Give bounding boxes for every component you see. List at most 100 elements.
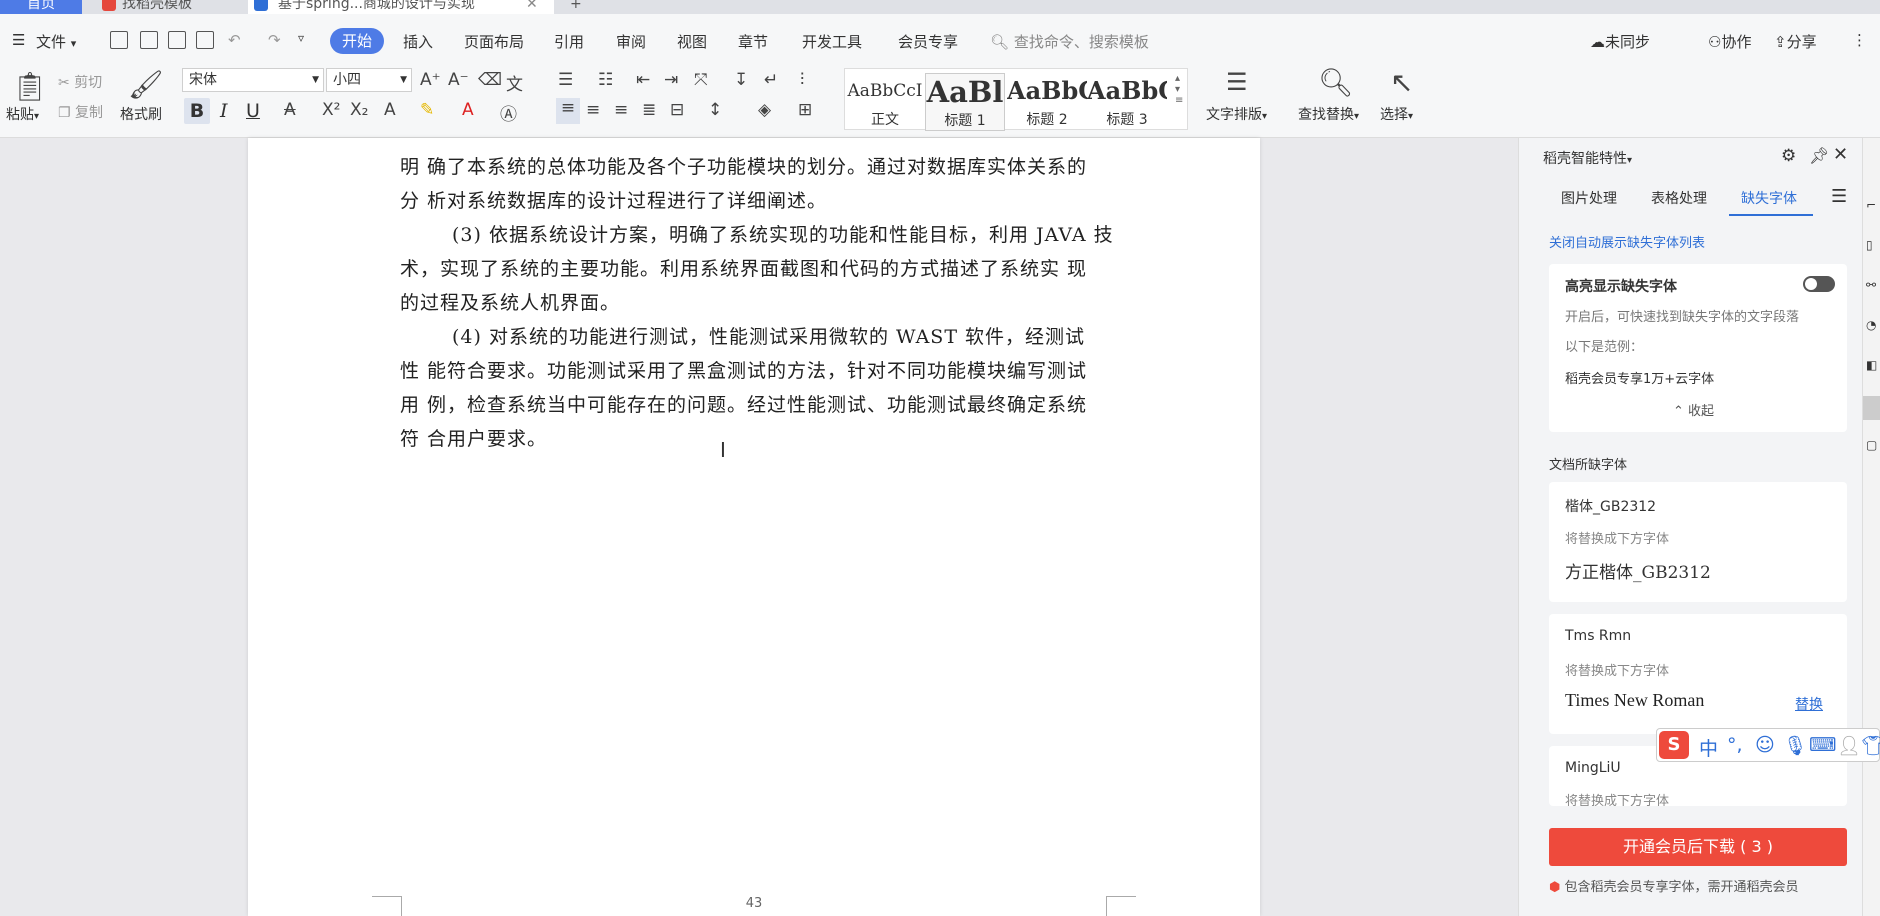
clear-format-icon[interactable]: ⌫ <box>478 70 502 90</box>
align-left-icon[interactable]: ≡ <box>556 98 580 124</box>
sogou-logo-icon[interactable]: S <box>1659 731 1689 759</box>
style-heading-2[interactable]: AaBbC 标题 2 <box>1007 73 1087 131</box>
panel-title[interactable]: 稻壳智能特性▾ <box>1543 148 1632 168</box>
char-border-icon[interactable]: Ⓐ <box>500 100 517 125</box>
collapse-button[interactable]: ⌃ 收起 <box>1673 400 1714 419</box>
underline-button[interactable]: U <box>246 100 260 122</box>
menu-references[interactable]: 引用 <box>554 31 584 52</box>
panel-tab-table[interactable]: 表格处理 <box>1651 188 1707 208</box>
sidebar-tool-icon[interactable]: ▯ <box>1866 238 1873 252</box>
sidebar-tool-icon[interactable]: ◔ <box>1866 318 1876 332</box>
tab-stops-icon[interactable]: ⫶ <box>800 70 804 90</box>
sidebar-tool-icon[interactable]: ▢ <box>1866 438 1877 452</box>
tab-home[interactable]: 首页 <box>0 0 82 14</box>
shading-icon[interactable]: ◈ <box>758 100 771 120</box>
align-center-icon[interactable]: ≡ <box>586 100 600 120</box>
increase-indent-icon[interactable]: ⇥ <box>664 70 678 90</box>
download-fonts-button[interactable]: 开通会员后下载 ( 3 ) <box>1549 828 1847 866</box>
font-size-select[interactable]: 小四 ▼ <box>326 68 412 92</box>
document-page[interactable]: 明 确了本系统的总体功能及各个子功能模块的划分。通过对数据库实体关系的 分 析对… <box>248 138 1260 916</box>
phonetic-icon[interactable]: 文 <box>506 70 523 95</box>
sidebar-tool-icon[interactable]: ⚯ <box>1866 278 1876 292</box>
select-button[interactable]: 选择▾ <box>1380 104 1413 124</box>
menu-page-layout[interactable]: 页面布局 <box>464 31 524 52</box>
close-tab-icon[interactable]: ✕ <box>526 0 538 14</box>
menu-icon[interactable]: ☰ <box>1831 186 1847 207</box>
italic-button[interactable]: I <box>220 100 228 122</box>
paste-button[interactable]: 粘贴▾ <box>6 104 39 124</box>
grow-font-icon[interactable]: A⁺ <box>420 70 441 90</box>
menu-developer[interactable]: 开发工具 <box>802 31 862 52</box>
text-layout-icon[interactable]: ☰ <box>1226 68 1248 96</box>
style-heading-3[interactable]: AaBbC 标题 3 <box>1087 73 1167 131</box>
sidebar-tool-active[interactable] <box>1863 396 1880 420</box>
panel-tab-image[interactable]: 图片处理 <box>1561 188 1617 208</box>
tab-document[interactable]: 基于spring...商城的设计与实现 ✕ <box>248 0 554 14</box>
sync-status[interactable]: ☁未同步 <box>1590 31 1650 52</box>
shrink-font-icon[interactable]: A⁻ <box>448 70 469 90</box>
menu-chapter[interactable]: 章节 <box>738 31 768 52</box>
decrease-indent-icon[interactable]: ⇤ <box>636 70 650 90</box>
paste-icon[interactable]: 📋︎ <box>12 70 48 103</box>
share-button[interactable]: ⇪分享 <box>1774 31 1817 52</box>
cursor-select-icon[interactable]: ↖ <box>1390 66 1413 99</box>
hamburger-icon[interactable]: ☰ <box>12 31 25 49</box>
microphone-icon[interactable]: 🎙︎ <box>1783 734 1807 757</box>
menu-view[interactable]: 视图 <box>677 31 707 52</box>
close-icon[interactable]: ✕ <box>1833 144 1848 165</box>
copy-button[interactable]: ❐ 复制 <box>58 102 103 122</box>
pin-icon[interactable]: 📌︎ <box>1809 146 1829 165</box>
collab-button[interactable]: ⚇协作 <box>1708 31 1751 52</box>
format-painter-icon[interactable]: 🖌︎ <box>128 68 164 101</box>
sidebar-tool-icon[interactable]: ⌐ <box>1866 198 1876 212</box>
align-right-icon[interactable]: ≡ <box>614 100 628 120</box>
subscript-icon[interactable]: X₂ <box>350 100 368 120</box>
emoji-icon[interactable]: ☺ <box>1755 734 1775 756</box>
superscript-icon[interactable]: X² <box>322 100 340 120</box>
panel-tab-missing-font[interactable]: 缺失字体 <box>1741 188 1797 208</box>
show-marks-icon[interactable]: ↵ <box>764 70 778 90</box>
font-color-icon[interactable]: A <box>462 100 474 120</box>
menu-review[interactable]: 审阅 <box>616 31 646 52</box>
menu-file[interactable]: 文件 ▾ <box>36 31 76 52</box>
print-preview-icon[interactable] <box>196 31 214 49</box>
command-search[interactable]: 🔍︎ 查找命令、搜索模板 <box>990 31 1149 52</box>
export-pdf-icon[interactable] <box>140 31 158 49</box>
justify-icon[interactable]: ≣ <box>642 100 656 120</box>
cut-button[interactable]: ✂ 剪切 <box>58 72 102 92</box>
gear-icon[interactable]: ⚙ <box>1781 146 1796 166</box>
format-painter-button[interactable]: 格式刷 <box>120 104 162 124</box>
borders-icon[interactable]: ⊞ <box>798 100 812 120</box>
redo-icon[interactable]: ↷ <box>268 31 281 49</box>
more-icon[interactable]: ⋮ <box>1852 31 1867 49</box>
menu-member[interactable]: 会员专享 <box>898 31 958 52</box>
line-spacing-icon[interactable]: ↕ <box>708 100 722 120</box>
style-gallery-expand-icon[interactable]: ▴ ▾ ≡ <box>1175 73 1183 106</box>
sort-icon[interactable]: ↧ <box>734 70 748 90</box>
menu-insert[interactable]: 插入 <box>403 31 433 52</box>
bullets-icon[interactable]: ☰ <box>558 70 573 90</box>
strikethrough-icon[interactable]: A <box>284 100 296 120</box>
style-heading-1[interactable]: AaBl 标题 1 <box>925 73 1005 131</box>
replace-link[interactable]: 替换 <box>1795 694 1823 714</box>
highlight-icon[interactable]: ✎ <box>420 100 434 120</box>
user-icon[interactable]: 👤︎ <box>1837 734 1861 757</box>
undo-icon[interactable]: ↶ <box>228 31 241 49</box>
more-quick-icon[interactable]: ▿ <box>298 31 304 45</box>
numbering-icon[interactable]: ☷ <box>598 70 613 90</box>
text-effect-icon[interactable]: A <box>384 100 396 120</box>
close-auto-display-link[interactable]: 关闭自动展示缺失字体列表 <box>1549 232 1705 251</box>
keyboard-icon[interactable]: ⌨ <box>1809 734 1836 756</box>
font-family-select[interactable]: 宋体 ▼ <box>182 68 324 92</box>
style-normal[interactable]: AaBbCcI 正文 <box>845 73 925 131</box>
save-icon[interactable] <box>110 31 128 49</box>
tab-template[interactable]: 找稻壳模板 <box>96 0 244 14</box>
chinese-layout-icon[interactable]: ⤧ <box>694 70 708 90</box>
find-replace-button[interactable]: 查找替换▾ <box>1298 104 1359 124</box>
sidebar-tool-icon[interactable]: ◧ <box>1866 358 1877 372</box>
skin-icon[interactable]: 👕︎ <box>1861 734 1880 757</box>
ime-language[interactable]: 中 <box>1699 734 1718 761</box>
highlight-toggle[interactable] <box>1803 276 1835 292</box>
new-tab-icon[interactable]: + <box>570 0 590 14</box>
distributed-icon[interactable]: ⊟ <box>670 100 684 120</box>
